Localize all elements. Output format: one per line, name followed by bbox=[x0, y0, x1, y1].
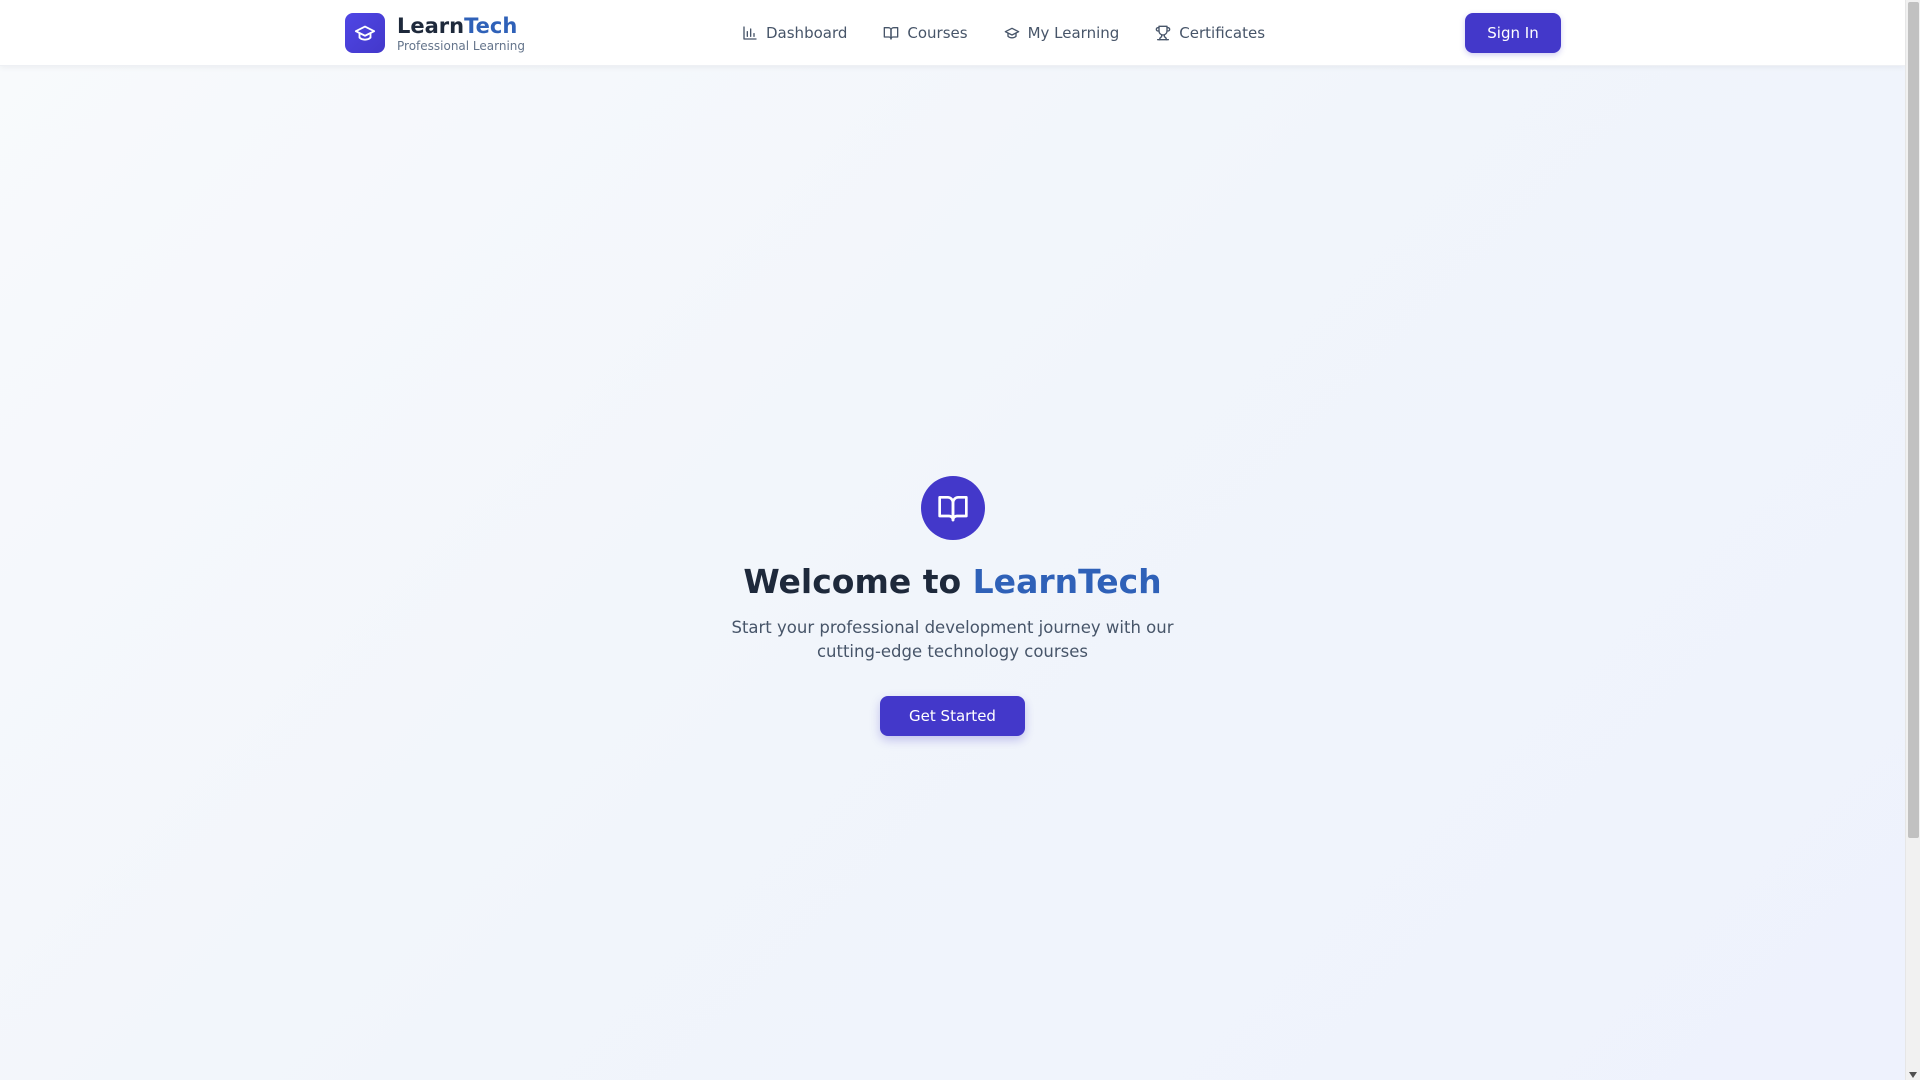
scroll-down-arrow-icon[interactable] bbox=[1909, 1072, 1917, 1078]
nav-item-courses[interactable]: Courses bbox=[883, 18, 968, 48]
book-open-icon bbox=[920, 476, 985, 540]
brand-name-part2: Tech bbox=[464, 13, 518, 38]
book-open-icon bbox=[884, 27, 899, 40]
nav-item-dashboard[interactable]: Dashboard bbox=[742, 18, 847, 48]
nav-item-label: Certificates bbox=[1179, 24, 1266, 42]
logo[interactable]: LearnTech Professional Learning bbox=[345, 13, 525, 53]
nav-item-label: My Learning bbox=[1027, 24, 1120, 42]
scrollbar-thumb[interactable] bbox=[1908, 2, 1919, 838]
trophy-icon bbox=[1156, 25, 1171, 41]
page-title-part1: Welcome to bbox=[743, 562, 973, 601]
welcome-hero: Welcome to LearnTech Start your professi… bbox=[610, 476, 1295, 736]
get-started-button[interactable]: Get Started bbox=[880, 696, 1025, 736]
hero-subtitle: Start your professional development jour… bbox=[731, 618, 1174, 661]
brand-name-part1: Learn bbox=[397, 13, 465, 38]
nav-item-my-learning[interactable]: My Learning bbox=[1004, 18, 1120, 48]
sign-in-button[interactable]: Sign In bbox=[1465, 13, 1561, 53]
bar-chart-icon bbox=[743, 26, 757, 40]
top-navigation-bar: LearnTech Professional Learning Dashboar… bbox=[0, 0, 1905, 66]
brand-name: LearnTech bbox=[397, 14, 525, 38]
nav-item-label: Courses bbox=[907, 24, 968, 42]
nav-item-certificates[interactable]: Certificates bbox=[1155, 18, 1265, 48]
nav-item-label: Dashboard bbox=[766, 24, 848, 42]
page-title-part2: LearnTech bbox=[972, 562, 1162, 601]
brand-tagline: Professional Learning bbox=[397, 38, 526, 53]
vertical-scrollbar[interactable] bbox=[1905, 0, 1920, 1080]
graduation-cap-icon bbox=[1004, 27, 1019, 39]
graduation-cap-icon bbox=[345, 13, 385, 53]
page-title: Welcome to LearnTech bbox=[743, 560, 1161, 604]
main-nav: Dashboard Courses My Learning Certificat… bbox=[742, 18, 1265, 48]
logo-text: LearnTech Professional Learning bbox=[397, 14, 525, 53]
